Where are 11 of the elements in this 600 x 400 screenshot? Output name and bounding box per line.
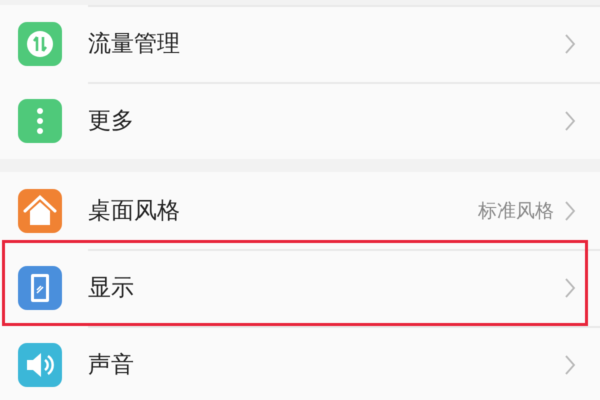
setting-label: 更多: [88, 107, 135, 136]
setting-label: 显示: [88, 274, 135, 303]
chevron-icon: [564, 354, 576, 376]
setting-label: 声音: [88, 351, 135, 380]
setting-value: 标准风格: [478, 198, 554, 224]
setting-label: 桌面风格: [88, 197, 181, 226]
chevron-icon: [564, 276, 576, 298]
chevron-icon: [564, 32, 576, 54]
setting-label: 流量管理: [88, 30, 181, 59]
chevron-icon: [564, 110, 576, 132]
chevron-icon: [564, 200, 576, 222]
